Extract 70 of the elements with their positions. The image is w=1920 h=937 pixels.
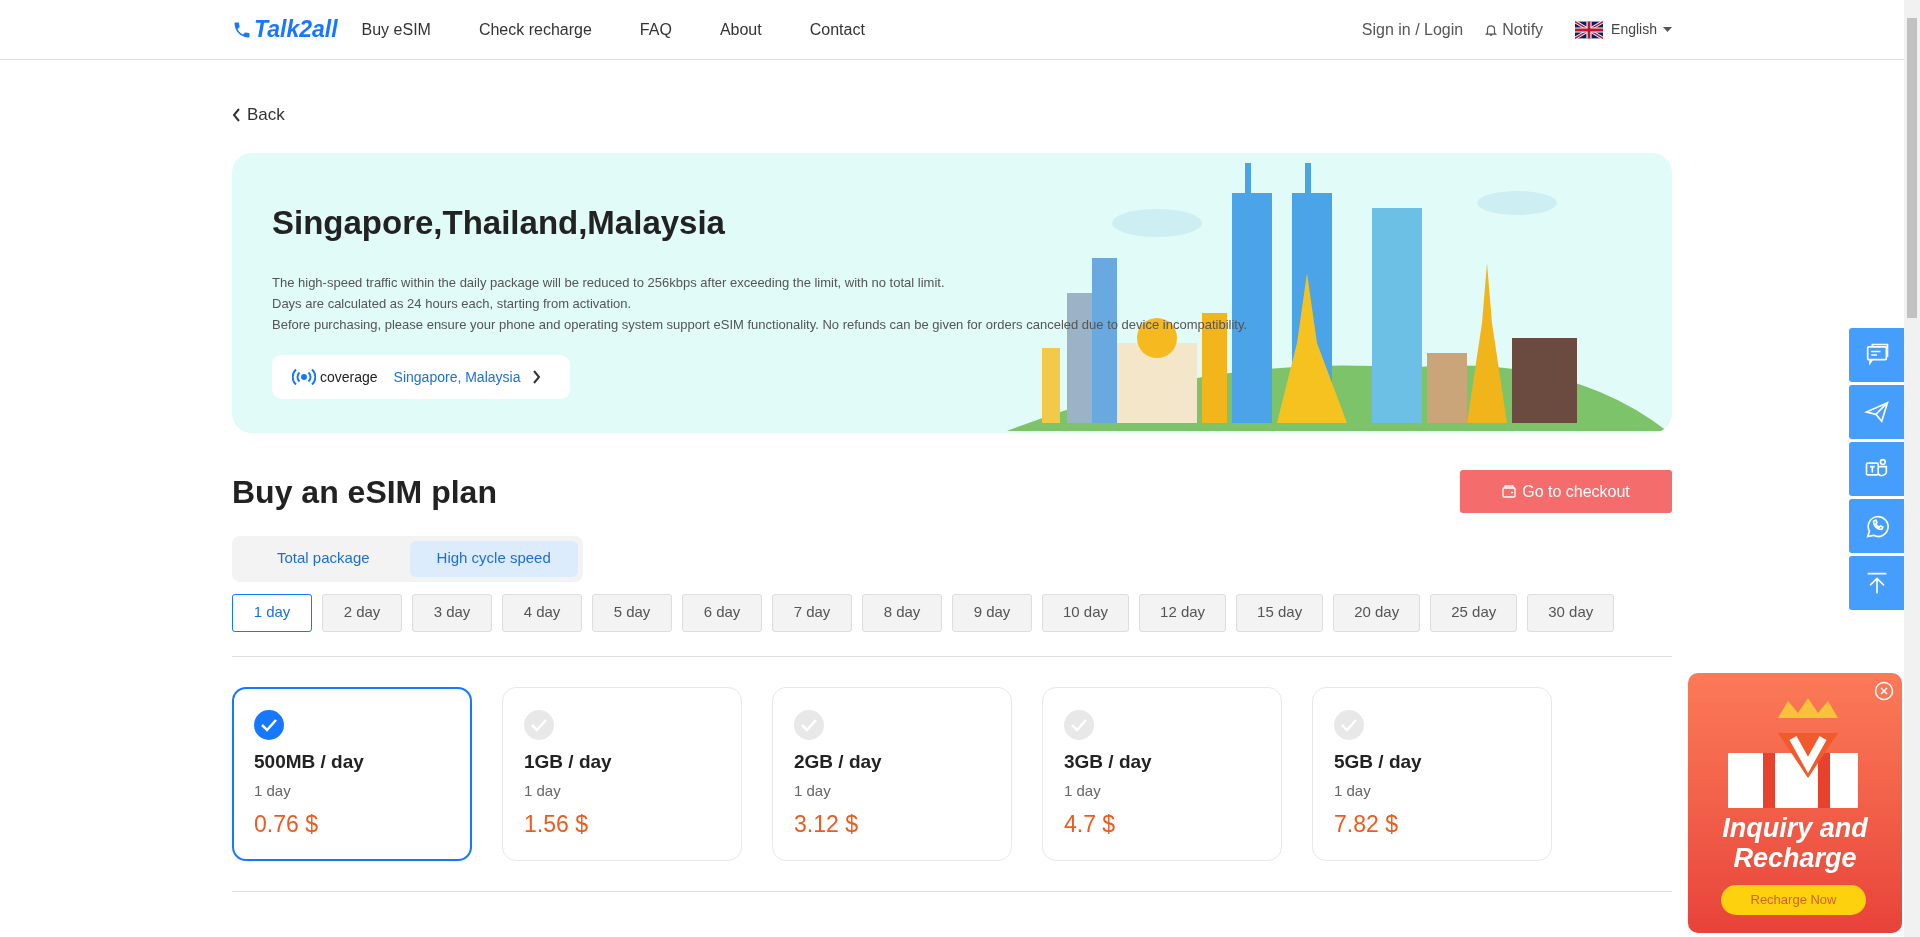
coverage-label: coverage: [320, 367, 378, 387]
package-card[interactable]: 1GB / day 1 day 1.56 $: [502, 686, 742, 861]
package-price: 0.76 $: [254, 809, 318, 839]
info-text: Days are calculated as 24 hours each, starting from activation.: [272, 295, 632, 313]
day-option[interactable]: 15 day: [1236, 593, 1324, 632]
day-option[interactable]: 8 day: [862, 593, 942, 632]
logo-text[interactable]: Talk2all: [254, 12, 338, 47]
teams-button[interactable]: [1849, 442, 1904, 496]
package-price: 7.82 $: [1334, 809, 1398, 839]
scrollbar[interactable]: [1904, 0, 1920, 937]
whatsapp-button[interactable]: [1849, 499, 1904, 553]
caret-down-icon: [1663, 27, 1672, 32]
package-duration: 1 day: [1064, 781, 1101, 801]
chevron-right-icon: [532, 370, 542, 384]
destination-title: Singapore,Thailand,Malaysia: [272, 202, 726, 243]
back-link[interactable]: Back: [232, 102, 285, 128]
coverage-link[interactable]: Singapore, Malaysia: [393, 366, 521, 388]
day-option[interactable]: 9 day: [952, 593, 1032, 632]
nav-link[interactable]: Buy eSIM: [361, 17, 431, 42]
nav-link[interactable]: Contact: [809, 17, 865, 42]
package-duration: 1 day: [794, 781, 831, 801]
day-option[interactable]: 12 day: [1139, 593, 1227, 632]
nav-link[interactable]: Check recharge: [478, 17, 592, 42]
day-option[interactable]: 20 day: [1333, 593, 1421, 632]
day-option[interactable]: 7 day: [772, 593, 852, 632]
language-select[interactable]: English: [1611, 19, 1672, 40]
package-card[interactable]: 5GB / day 1 day 7.82 $: [1312, 686, 1552, 861]
wallet-icon: [1502, 485, 1517, 498]
package-name: 1GB / day: [524, 749, 612, 774]
day-option[interactable]: 5 day: [592, 593, 672, 632]
nav-link[interactable]: About: [719, 17, 762, 42]
package-price: 1.56 $: [524, 809, 588, 839]
day-option[interactable]: 25 day: [1430, 593, 1518, 632]
package-price: 3.12 $: [794, 809, 858, 839]
flag-icon: [1575, 20, 1604, 39]
signal-icon: [292, 368, 316, 386]
checkmark-icon: [254, 709, 284, 740]
package-duration: 1 day: [254, 781, 291, 801]
promo-banner[interactable]: Inquiry and Recharge Recharge Now: [1688, 673, 1902, 933]
day-option[interactable]: 2 day: [322, 593, 402, 632]
plan-type-tab[interactable]: High cycle speed: [409, 540, 578, 577]
package-card[interactable]: 3GB / day 1 day 4.7 $: [1042, 686, 1282, 861]
day-option[interactable]: 3 day: [412, 593, 492, 632]
day-option[interactable]: 6 day: [682, 593, 762, 632]
sign-in-link[interactable]: Sign in / Login: [1361, 17, 1464, 42]
package-name: 2GB / day: [794, 749, 882, 774]
package-name: 500MB / day: [254, 749, 364, 774]
day-option[interactable]: 1 day: [232, 593, 312, 632]
day-option[interactable]: 4 day: [502, 593, 582, 632]
package-name: 3GB / day: [1064, 749, 1152, 774]
nav-link[interactable]: FAQ: [639, 17, 672, 42]
info-text: The high-speed traffic within the daily package will be reduced to 256kbps after exceeding the limit, with no total limit.: [272, 274, 945, 292]
package-name: 5GB / day: [1334, 749, 1422, 774]
chat-button[interactable]: [1849, 328, 1904, 382]
bell-icon: [1484, 22, 1499, 37]
back-to-top-button[interactable]: [1849, 556, 1904, 610]
package-card[interactable]: 500MB / day 1 day 0.76 $: [232, 686, 472, 861]
day-option[interactable]: 30 day: [1527, 593, 1615, 632]
package-duration: 1 day: [1334, 781, 1371, 801]
chevron-left-icon: [232, 107, 241, 122]
package-duration: 1 day: [524, 781, 561, 801]
day-option[interactable]: 10 day: [1042, 593, 1130, 632]
notify-link[interactable]: Notify: [1502, 17, 1544, 42]
promo-title: Inquiry and Recharge: [1721, 813, 1869, 873]
package-price: 4.7 $: [1064, 809, 1116, 839]
section-title: Buy an eSIM plan: [232, 472, 497, 512]
close-icon[interactable]: [1874, 681, 1894, 701]
plan-type-tab[interactable]: Total package: [237, 540, 410, 577]
package-card[interactable]: 2GB / day 1 day 3.12 $: [772, 686, 1012, 861]
send-button[interactable]: [1849, 385, 1904, 439]
